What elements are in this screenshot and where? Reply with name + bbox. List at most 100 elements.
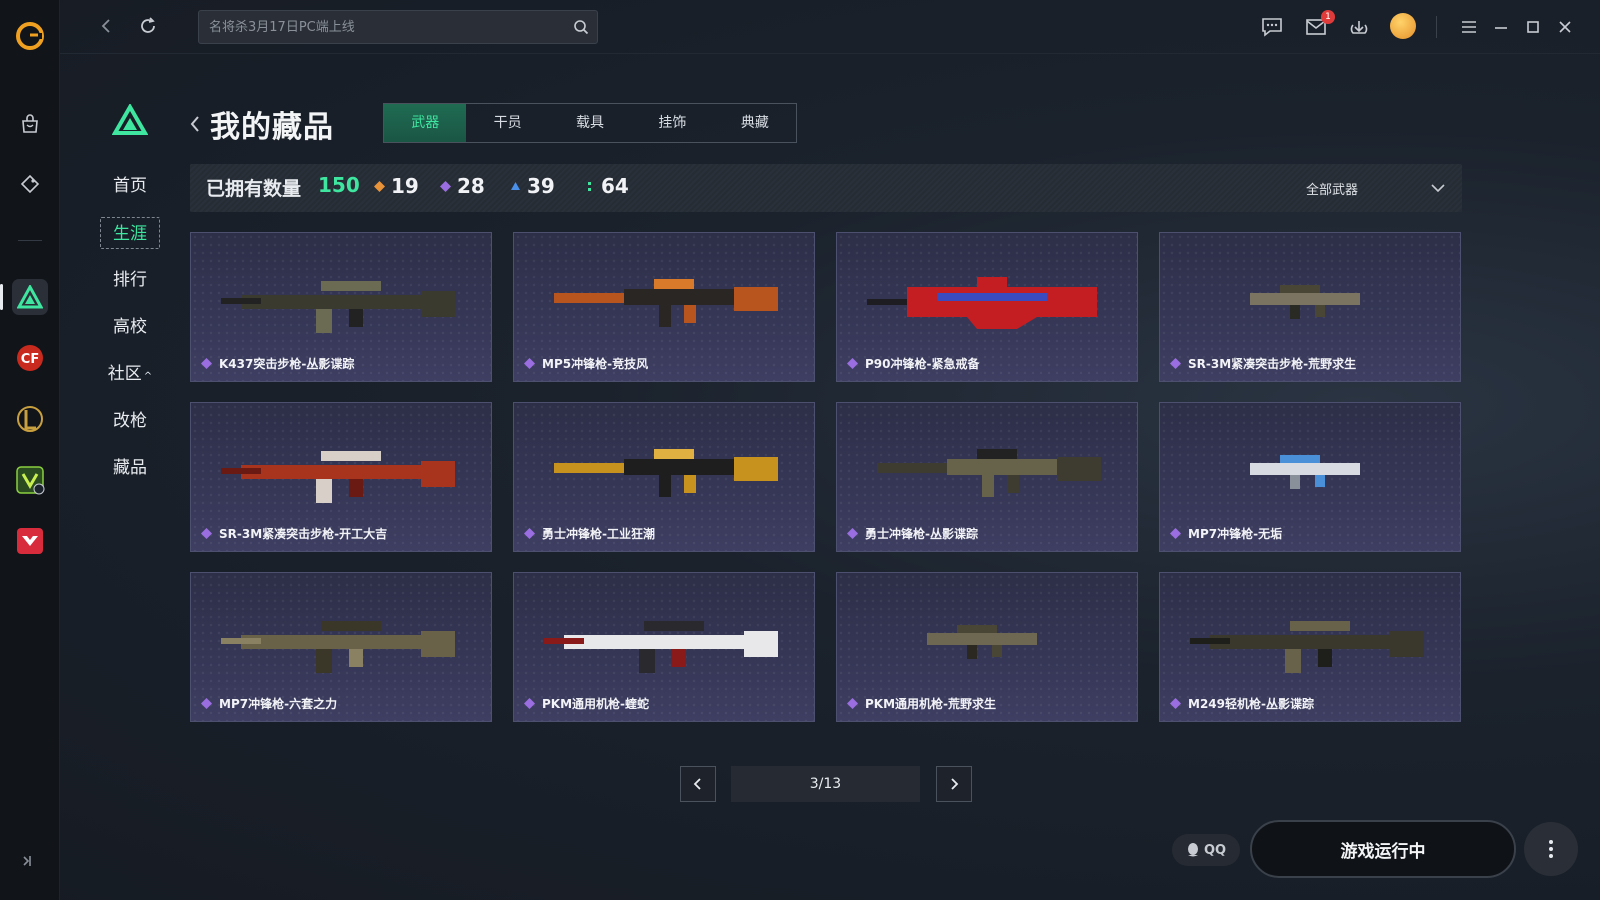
rarity-count-blue: 39: [510, 174, 555, 198]
rarity-purple-icon: [524, 358, 535, 369]
close-icon[interactable]: [1552, 14, 1578, 40]
weapon-image: [1250, 455, 1360, 489]
rarity-count-purple: 28: [440, 174, 485, 198]
back-chevron-icon[interactable]: [188, 114, 202, 134]
weapon-filter-dropdown[interactable]: 全部武器: [1306, 176, 1446, 200]
game-delta-icon[interactable]: [12, 279, 48, 315]
search-box: [198, 10, 598, 44]
next-page-button[interactable]: [936, 766, 972, 802]
weapon-image: [554, 279, 778, 327]
nav-item-campus[interactable]: 高校: [100, 311, 160, 343]
search-icon[interactable]: [573, 19, 589, 35]
rarity-purple-icon: [847, 358, 858, 369]
rarity-purple-icon: [524, 528, 535, 539]
search-input[interactable]: [209, 11, 559, 43]
weapon-image: [554, 449, 778, 497]
rarity-purple-icon: [1170, 358, 1181, 369]
prev-page-button[interactable]: [680, 766, 716, 802]
weapon-name: 勇士冲锋枪-丛影谍踪: [865, 527, 978, 541]
nav-item-community[interactable]: 社区 ^: [100, 358, 160, 390]
weapon-card[interactable]: M249轻机枪-丛影谍踪: [1159, 572, 1461, 722]
rarity-green-icon: [588, 181, 591, 191]
menu-icon[interactable]: [1456, 14, 1482, 40]
left-rail: CF: [0, 0, 60, 900]
weapon-image: [221, 621, 455, 673]
store-bag-icon[interactable]: [14, 108, 46, 140]
app-logo-icon[interactable]: [14, 20, 46, 52]
tag-discount-icon[interactable]: [14, 168, 46, 200]
weapon-card[interactable]: 勇士冲锋枪-工业狂潮: [513, 402, 815, 552]
weapon-card[interactable]: SR-3M紧凑突击步枪-开工大吉: [190, 402, 492, 552]
expand-rail-icon[interactable]: [20, 852, 38, 870]
maximize-icon[interactable]: [1520, 14, 1546, 40]
minimize-icon[interactable]: [1488, 14, 1514, 40]
weapon-image: [221, 281, 455, 333]
rarity-purple-icon: [440, 180, 451, 192]
weapon-name: MP7冲锋枪-无垢: [1188, 527, 1283, 541]
topbar-divider: [1436, 16, 1437, 38]
rail-active-indicator: [0, 284, 3, 310]
game-valorant-icon[interactable]: [12, 523, 48, 559]
nav-item-collection[interactable]: 藏品: [100, 452, 160, 484]
weapon-card[interactable]: P90冲锋枪-紧急戒备: [836, 232, 1138, 382]
nav-item-gunsmith[interactable]: 改枪: [100, 405, 160, 437]
chevron-up-icon: ^: [143, 371, 153, 382]
qq-status-button[interactable]: QQ: [1172, 834, 1240, 866]
game-lol-icon[interactable]: [12, 401, 48, 437]
tab-operators[interactable]: 干员: [466, 104, 548, 142]
weapon-name: M249轻机枪-丛影谍踪: [1188, 697, 1314, 711]
weapon-card[interactable]: K437突击步枪-丛影谍踪: [190, 232, 492, 382]
nav-item-career[interactable]: 生涯: [100, 217, 160, 249]
weapon-image: [927, 625, 1037, 659]
rarity-purple-icon: [201, 358, 212, 369]
tab-charms[interactable]: 挂饰: [631, 104, 713, 142]
rarity-purple-icon: [201, 528, 212, 539]
game-cf-icon[interactable]: CF: [12, 340, 48, 376]
user-avatar[interactable]: [1390, 13, 1416, 39]
mail-icon[interactable]: 1: [1303, 10, 1335, 40]
weapon-card[interactable]: PKM通用机枪-荒野求生: [836, 572, 1138, 722]
tab-vehicles[interactable]: 载具: [549, 104, 631, 142]
weapon-image: [221, 451, 455, 503]
rarity-count-green: 64: [584, 174, 629, 198]
weapon-name: MP7冲锋枪-六套之力: [219, 697, 338, 711]
back-icon[interactable]: [94, 14, 118, 38]
weapon-name: K437突击步枪-丛影谍踪: [219, 357, 355, 371]
weapon-image: [1190, 621, 1424, 673]
rarity-gold-icon: [374, 180, 385, 192]
rarity-purple-icon: [1170, 698, 1181, 709]
owned-count-label: 已拥有数量: [206, 178, 302, 200]
rarity-blue-icon: [511, 181, 520, 190]
game-running-button[interactable]: 游戏运行中: [1250, 820, 1516, 878]
chevron-left-icon: [693, 778, 701, 790]
weapon-name: SR-3M紧凑突击步枪-荒野求生: [1188, 357, 1357, 371]
rarity-purple-icon: [1170, 528, 1181, 539]
chevron-down-icon: [1431, 184, 1445, 193]
weapon-name: SR-3M紧凑突击步枪-开工大吉: [219, 527, 388, 541]
svg-text:CF: CF: [21, 352, 39, 367]
nav-item-home[interactable]: 首页: [100, 170, 160, 202]
tab-archive[interactable]: 典藏: [714, 104, 796, 142]
nav-item-ranking[interactable]: 排行: [100, 264, 160, 296]
rarity-purple-icon: [847, 528, 858, 539]
weapon-image: [1250, 285, 1360, 319]
more-options-button[interactable]: [1524, 822, 1578, 876]
download-icon[interactable]: [1346, 14, 1372, 40]
category-tabs: 武器 干员 载具 挂饰 典藏: [383, 103, 797, 143]
weapon-card[interactable]: SR-3M紧凑突击步枪-荒野求生: [1159, 232, 1461, 382]
weapon-card[interactable]: PKM通用机枪-蝰蛇: [513, 572, 815, 722]
tab-weapons[interactable]: 武器: [384, 104, 467, 142]
game-valorant-download-icon[interactable]: [12, 462, 48, 498]
weapon-card[interactable]: MP5冲锋枪-竞技风: [513, 232, 815, 382]
weapon-image: [877, 449, 1101, 497]
chevron-right-icon: [951, 778, 959, 790]
chat-icon[interactable]: [1259, 14, 1285, 40]
collection-stats-bar: 已拥有数量 150 19 28 39 64 全部武器: [190, 164, 1462, 212]
weapon-card[interactable]: 勇士冲锋枪-丛影谍踪: [836, 402, 1138, 552]
weapon-name: PKM通用机枪-蝰蛇: [542, 697, 650, 711]
weapon-card[interactable]: MP7冲锋枪-无垢: [1159, 402, 1461, 552]
refresh-icon[interactable]: [136, 14, 160, 38]
rarity-purple-icon: [847, 698, 858, 709]
weapon-card[interactable]: MP7冲锋枪-六套之力: [190, 572, 492, 722]
owned-count-total: 150: [318, 173, 360, 197]
